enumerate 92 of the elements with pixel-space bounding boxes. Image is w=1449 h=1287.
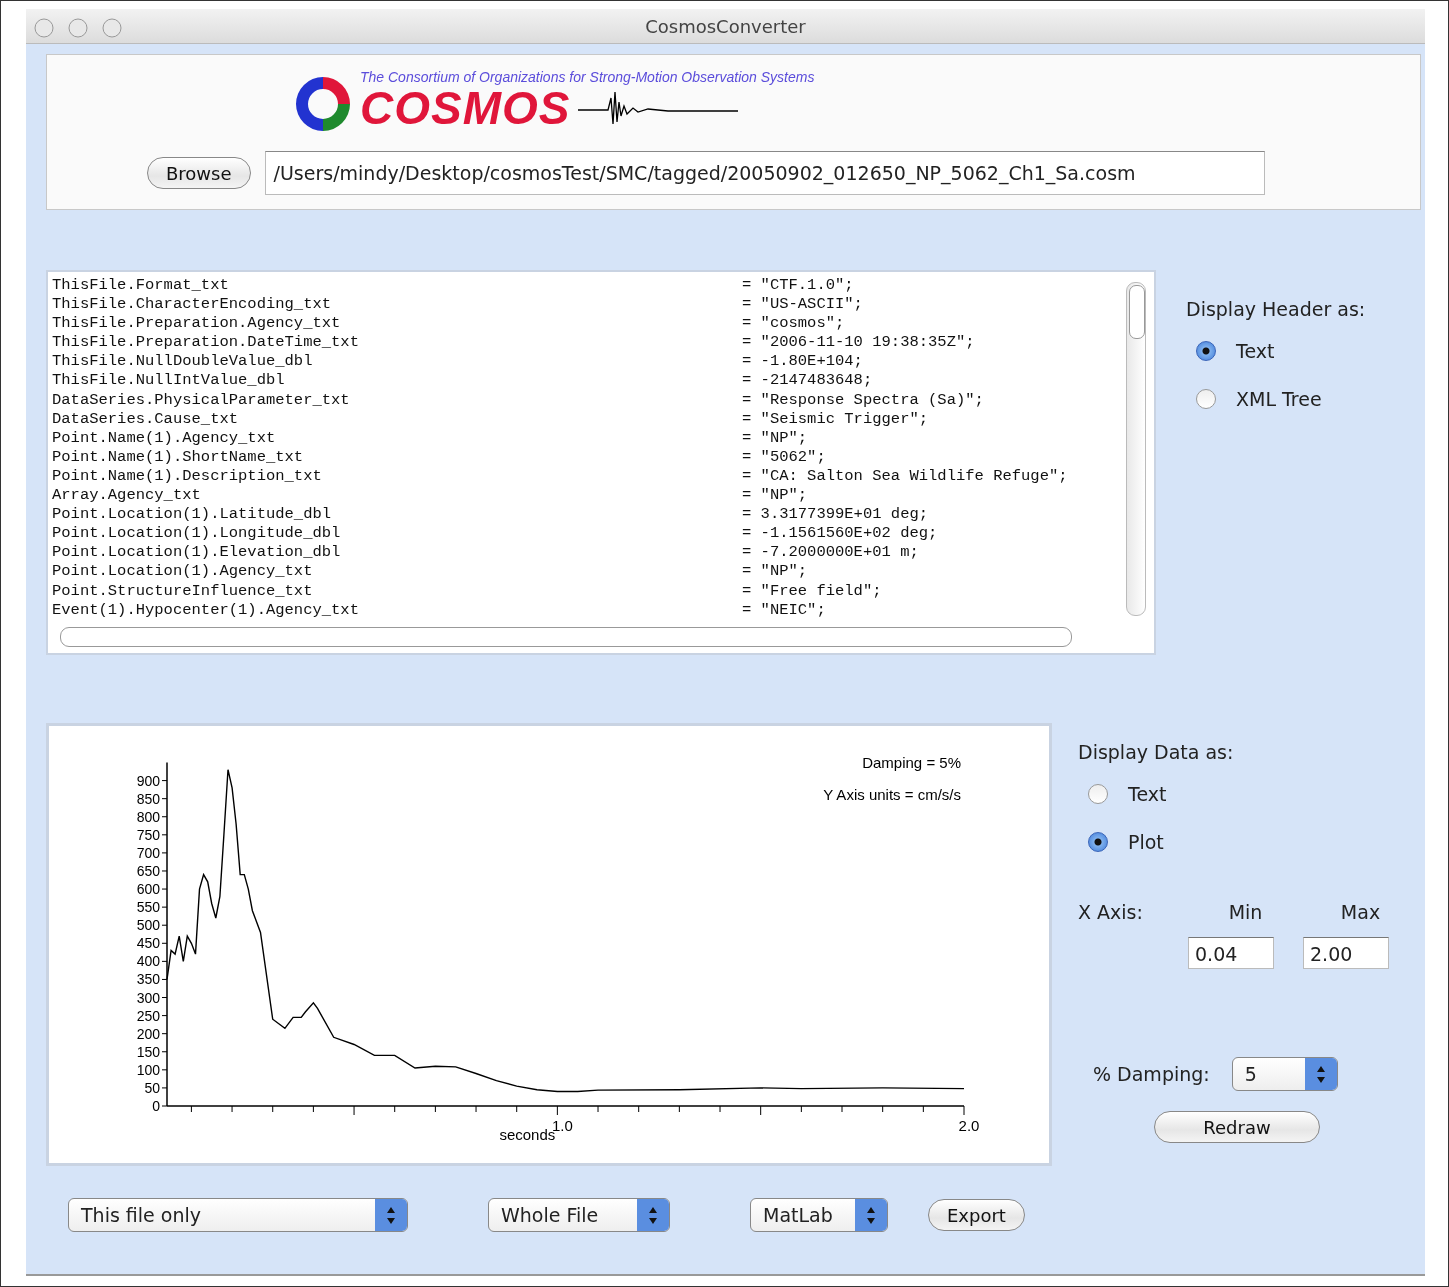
y-tick-label: 50 [144, 1079, 160, 1096]
radio-label[interactable]: XML Tree [1236, 388, 1322, 410]
header-field-value: = "CTF.1.0"; [742, 276, 855, 296]
header-field-value: = "NP"; [742, 562, 809, 582]
radio-button[interactable] [1196, 341, 1216, 361]
header-field-name: DataSeries.Cause_txt [52, 409, 240, 429]
stepper-icon [637, 1199, 669, 1231]
header-field-name: ThisFile.Format_txt [52, 276, 230, 296]
dropdown-select[interactable]: This file only [68, 1198, 408, 1232]
x-axis-label: seconds [499, 1126, 556, 1143]
y-tick-label: 350 [136, 971, 160, 988]
radio-button[interactable] [1088, 832, 1108, 852]
y-tick-label: 750 [136, 826, 160, 843]
header-field-value: = -2147483648; [742, 371, 874, 391]
radio-button[interactable] [1088, 784, 1108, 804]
header-field-value: = "US-ASCII"; [742, 295, 864, 315]
export-button[interactable]: Export [928, 1199, 1025, 1231]
y-tick-label: 900 [136, 772, 160, 789]
header-field-value: = "CA: Salton Sea Wildlife Refuge"; [742, 466, 1069, 487]
stepper-icon [855, 1199, 887, 1231]
y-tick-label: 700 [136, 844, 160, 861]
header-field-name: Point.Location(1).Longitude_dbl [52, 524, 342, 544]
max-field[interactable]: 2.00 [1303, 937, 1389, 969]
dropdown-select[interactable]: MatLab [750, 1198, 888, 1232]
y-tick-label: 850 [136, 790, 160, 807]
y-tick-label: 500 [136, 917, 160, 934]
header-field-name: Point.Name(1).ShortName_txt [52, 447, 305, 467]
y-tick-label: 150 [136, 1043, 160, 1060]
header-field-value: = "Response Spectra (Sa)"; [742, 390, 985, 410]
stepper-icon [375, 1199, 407, 1231]
radio-label[interactable]: Text [1128, 783, 1167, 805]
y-tick-label: 800 [136, 808, 160, 825]
display-header-label: Display Header as: [1186, 298, 1366, 320]
y-tick-label: 650 [136, 862, 160, 879]
header-field-value: = -1.80E+104; [742, 352, 864, 372]
y-tick-label: 200 [136, 1025, 160, 1042]
logo-tagline: The Consortium of Organizations for Strong-Motion Observation Systems [360, 69, 815, 85]
browse-button[interactable]: Browse [147, 157, 251, 189]
horizontal-scrollbar[interactable] [60, 627, 1072, 647]
chart-annotation: Damping = 5% [862, 754, 961, 771]
dropdown-select[interactable]: Whole File [488, 1198, 670, 1232]
radio-label[interactable]: Plot [1128, 831, 1164, 853]
y-tick-label: 400 [136, 953, 160, 970]
header-field-name: ThisFile.NullIntValue_dbl [52, 371, 286, 391]
header-field-name: Point.Location(1).Latitude_dbl [52, 505, 333, 525]
x-tick-label: 2.0 [958, 1117, 980, 1134]
header-field-name: Point.StructureInfluence_txt [52, 581, 314, 601]
header-field-name: ThisFile.Preparation.Agency_txt [52, 314, 342, 334]
file-path-field[interactable]: /Users/mindy/Desktop/cosmosTest/SMC/tagged/20050902_012650_NP_5062_Ch1_Sa.cosm [264, 151, 1265, 195]
header-field-value: = "cosmos"; [742, 314, 846, 334]
header-field-value: = "NEIC"; [742, 600, 827, 620]
radio-button[interactable] [1196, 389, 1216, 409]
window-title: CosmosConverter [645, 15, 806, 37]
header-field-value: = "5062"; [742, 447, 827, 467]
header-field-value: = 3.3177399E+01 deg; [742, 505, 930, 525]
min-field[interactable]: 0.04 [1188, 937, 1274, 969]
damping-label: % Damping: [1093, 1063, 1210, 1085]
stepper-icon [1304, 1058, 1337, 1090]
header-field-name: Point.Location(1).Elevation_dbl [52, 543, 342, 563]
header-field-value: = "Seismic Trigger"; [742, 409, 930, 429]
header-field-name: Point.Name(1).Description_txt [52, 466, 323, 487]
logo-wordmark: COSMOS [360, 85, 571, 131]
display-data-label: Display Data as: [1078, 741, 1235, 763]
y-tick-label: 300 [136, 989, 160, 1006]
header-field-value: = -1.1561560E+02 deg; [742, 524, 939, 544]
header-field-name: ThisFile.CharacterEncoding_txt [52, 295, 333, 315]
vertical-scrollbar[interactable] [1126, 282, 1146, 616]
y-tick-label: 0 [152, 1098, 160, 1114]
y-tick-label: 600 [136, 881, 160, 898]
radio-label[interactable]: Text [1236, 340, 1275, 362]
header-field-name: ThisFile.Preparation.DateTime_txt [52, 333, 360, 353]
header-field-value: = "NP"; [742, 428, 809, 448]
header-field-name: Array.Agency_txt [52, 486, 202, 506]
y-tick-label: 550 [136, 899, 160, 916]
header-field-name: Event(1).Hypocenter(1).Agency_txt [52, 600, 360, 620]
damping-select[interactable]: 5 [1231, 1057, 1338, 1091]
max-label: Max [1340, 901, 1381, 923]
x-axis-label: X Axis: [1078, 901, 1144, 923]
chart-annotation: Y Axis units = cm/s/s [823, 786, 961, 803]
header-field-value: = "NP"; [742, 486, 809, 506]
header-field-name: Point.Location(1).Agency_txt [52, 562, 314, 582]
header-field-name: ThisFile.NullDoubleValue_dbl [52, 352, 314, 372]
header-field-name: DataSeries.PhysicalParameter_txt [52, 390, 351, 410]
header-field-value: = "Free field"; [742, 581, 883, 601]
redraw-button[interactable]: Redraw [1154, 1111, 1320, 1143]
y-tick-label: 250 [136, 1007, 160, 1024]
header-field-value: = "2006-11-10 19:38:35Z"; [742, 333, 976, 353]
header-field-name: Point.Name(1).Agency_txt [52, 428, 277, 448]
min-label: Min [1228, 901, 1263, 923]
y-tick-label: 100 [136, 1061, 160, 1078]
header-field-value: = -7.2000000E+01 m; [742, 543, 920, 563]
y-tick-label: 450 [136, 935, 160, 952]
